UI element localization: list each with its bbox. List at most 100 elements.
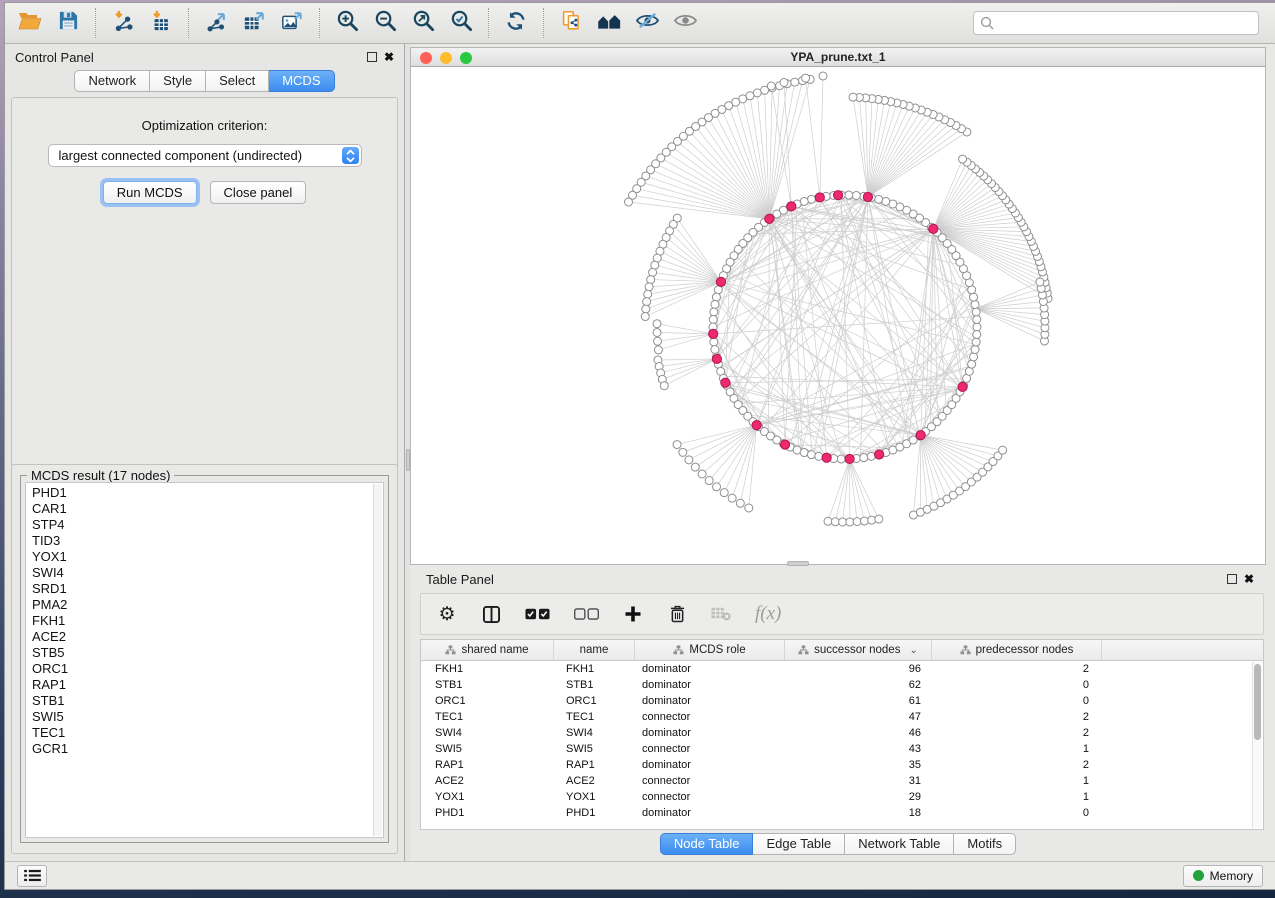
run-mcds-button[interactable]: Run MCDS [103, 181, 197, 204]
window-close-light[interactable] [420, 52, 432, 64]
float-panel-icon[interactable] [367, 52, 377, 62]
export-table-button[interactable] [235, 7, 273, 39]
table-row[interactable]: FKH1FKH1dominator962 [421, 661, 1263, 677]
network-graph[interactable] [411, 67, 1266, 564]
tab-mcds[interactable]: MCDS [269, 70, 334, 92]
zoom-out-button[interactable] [366, 7, 404, 39]
mcds-list-scrollbar[interactable] [373, 484, 382, 836]
deselect-all-button[interactable] [574, 608, 599, 620]
mcds-result-item[interactable]: ACE2 [32, 629, 383, 645]
add-column-button[interactable] [623, 606, 643, 622]
close-table-panel-icon[interactable]: ✖ [1244, 574, 1254, 584]
window-minimize-light[interactable] [440, 52, 452, 64]
column-header-shared-name[interactable]: shared name [421, 640, 554, 660]
mcds-result-item[interactable]: CAR1 [32, 501, 383, 517]
horizontal-splitter-grip[interactable] [787, 561, 809, 566]
cell-shared-name: ORC1 [421, 695, 554, 707]
memory-button[interactable]: Memory [1183, 865, 1263, 887]
export-network-button[interactable] [197, 7, 235, 39]
zoom-fit-button[interactable] [404, 7, 442, 39]
table-settings-button[interactable]: ⚙ [437, 603, 457, 626]
table-row[interactable]: RAP1RAP1dominator352 [421, 757, 1263, 773]
table-row[interactable]: SWI4SWI4dominator462 [421, 725, 1263, 741]
column-header-name[interactable]: name [554, 640, 635, 660]
column-header-successor-nodes[interactable]: successor nodes⌄ [785, 640, 932, 660]
cell-MCDS-role: connector [635, 791, 785, 803]
network-window-titlebar[interactable]: YPA_prune.txt_1 [410, 47, 1266, 67]
duplicate-network-button[interactable] [552, 7, 590, 39]
mcds-result-item[interactable]: STB5 [32, 645, 383, 661]
mcds-result-item[interactable]: YOX1 [32, 549, 383, 565]
cell-predecessor-nodes: 2 [932, 759, 1102, 771]
splitter-grip[interactable] [406, 449, 410, 471]
mcds-result-item[interactable]: PMA2 [32, 597, 383, 613]
mcds-result-item[interactable]: SWI4 [32, 565, 383, 581]
hide-selected-button[interactable] [628, 7, 666, 39]
zoom-selected-button[interactable] [442, 7, 480, 39]
import-table-button[interactable] [142, 7, 180, 39]
float-table-panel-icon[interactable] [1227, 574, 1237, 584]
mcds-result-item[interactable]: SRD1 [32, 581, 383, 597]
column-header-predecessor-nodes[interactable]: predecessor nodes [932, 640, 1102, 660]
tab-network-table[interactable]: Network Table [845, 833, 954, 855]
mcds-result-item[interactable]: FKH1 [32, 613, 383, 629]
show-all-button[interactable] [666, 7, 704, 39]
gear-icon: ⚙ [438, 603, 455, 626]
tab-node-table[interactable]: Node Table [660, 833, 754, 855]
application-window: Control Panel ✖ NetworkStyleSelectMCDS O… [4, 2, 1275, 890]
search-input[interactable] [973, 11, 1259, 35]
refresh-view-button[interactable] [497, 7, 535, 39]
optimization-criterion-select[interactable]: largest connected component (undirected) [48, 144, 362, 167]
import-network-button[interactable] [104, 7, 142, 39]
table-row[interactable]: STB1STB1dominator620 [421, 677, 1263, 693]
mcds-result-item[interactable]: GCR1 [32, 741, 383, 757]
mcds-result-item[interactable]: STP4 [32, 517, 383, 533]
zoom-in-button[interactable] [328, 7, 366, 39]
cell-shared-name: PHD1 [421, 807, 554, 819]
zoom-fit-icon [412, 9, 435, 37]
table-row[interactable]: SWI5SWI5connector431 [421, 741, 1263, 757]
window-maximize-light[interactable] [460, 52, 472, 64]
network-view-canvas[interactable] [410, 67, 1266, 565]
mcds-result-item[interactable]: TID3 [32, 533, 383, 549]
save-session-button[interactable] [49, 7, 87, 39]
delete-table-button[interactable] [711, 607, 731, 621]
mcds-result-item[interactable]: PHD1 [32, 485, 383, 501]
table-row[interactable]: ACE2ACE2connector311 [421, 773, 1263, 789]
export-image-button[interactable] [273, 7, 311, 39]
tab-edge-table[interactable]: Edge Table [753, 833, 845, 855]
first-neighbors-button[interactable] [590, 7, 628, 39]
import-network-icon [112, 10, 134, 37]
table-row[interactable]: YOX1YOX1connector291 [421, 789, 1263, 805]
mcds-result-item[interactable]: STB1 [32, 693, 383, 709]
task-history-button[interactable] [17, 865, 47, 887]
mcds-result-item[interactable]: ORC1 [32, 661, 383, 677]
select-all-button[interactable] [525, 608, 550, 620]
tab-network[interactable]: Network [74, 70, 150, 92]
table-row[interactable]: TEC1TEC1connector472 [421, 709, 1263, 725]
mcds-result-item[interactable]: TEC1 [32, 725, 383, 741]
function-builder-button[interactable]: f(x) [755, 603, 781, 625]
close-panel-icon[interactable]: ✖ [384, 52, 394, 62]
tab-motifs[interactable]: Motifs [954, 833, 1016, 855]
cell-name: RAP1 [554, 759, 635, 771]
open-file-button[interactable] [11, 7, 49, 39]
table-scrollbar[interactable] [1252, 662, 1262, 828]
cell-successor-nodes: 96 [785, 663, 932, 675]
table-scrollbar-thumb[interactable] [1254, 664, 1261, 740]
tab-style[interactable]: Style [150, 70, 206, 92]
table-row[interactable]: PHD1PHD1dominator180 [421, 805, 1263, 821]
delete-column-button[interactable] [667, 605, 687, 623]
mcds-result-item[interactable]: SWI5 [32, 709, 383, 725]
table-panel: Table Panel ✖ ⚙ f(x) [410, 565, 1266, 857]
table-row[interactable]: ORC1ORC1dominator610 [421, 693, 1263, 709]
mcds-result-list[interactable]: PHD1CAR1STP4TID3YOX1SWI4SRD1PMA2FKH1ACE2… [25, 482, 384, 838]
mcds-result-item[interactable]: RAP1 [32, 677, 383, 693]
tab-select[interactable]: Select [206, 70, 269, 92]
mcds-result-panel: MCDS result (17 nodes) PHD1CAR1STP4TID3Y… [11, 464, 398, 854]
control-panel: Control Panel ✖ NetworkStyleSelectMCDS O… [5, 44, 404, 861]
close-panel-button[interactable]: Close panel [210, 181, 307, 204]
show-column-panel-button[interactable] [481, 606, 501, 623]
column-header-MCDS-role[interactable]: MCDS role [635, 640, 785, 660]
node-table: shared namenameMCDS rolesuccessor nodes⌄… [420, 639, 1264, 830]
